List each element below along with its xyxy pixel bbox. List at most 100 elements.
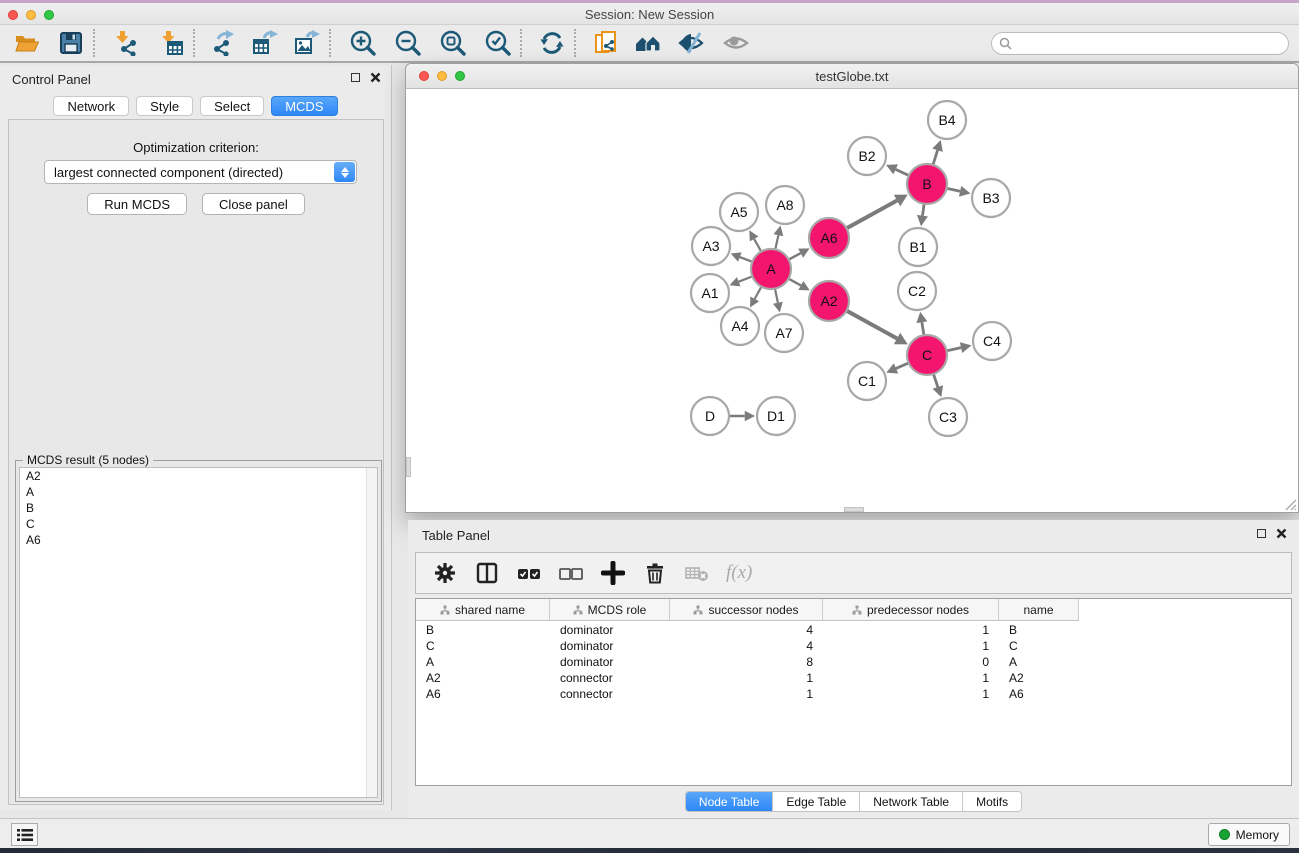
column-header-name[interactable]: name	[999, 599, 1079, 620]
tab-network[interactable]: Network	[53, 96, 129, 116]
svg-text:B4: B4	[938, 112, 955, 128]
node-C1[interactable]: C1	[848, 362, 886, 400]
mcds-result-list[interactable]: A2ABCA6	[19, 467, 378, 798]
node-A8[interactable]: A8	[766, 186, 804, 224]
node-A4[interactable]: A4	[721, 307, 759, 345]
edge-A6-B[interactable]	[845, 201, 897, 230]
eye-icon	[722, 30, 750, 56]
search-input[interactable]	[991, 32, 1289, 55]
float-panel-icon[interactable]	[1257, 529, 1266, 538]
mcds-result-item[interactable]: A2	[20, 468, 377, 484]
network-window-titlebar[interactable]: testGlobe.txt	[406, 64, 1298, 89]
mcds-result-item[interactable]: A	[20, 484, 377, 500]
node-A[interactable]: A	[751, 249, 791, 289]
list-icon	[17, 828, 33, 842]
node-C3[interactable]: C3	[929, 398, 967, 436]
table-settings-button[interactable]	[430, 558, 460, 588]
tab-edge-table[interactable]: Edge Table	[773, 792, 860, 811]
open-session-button[interactable]	[12, 28, 42, 58]
svg-text:A1: A1	[701, 285, 718, 301]
select-all-columns-button[interactable]	[514, 558, 544, 588]
control-panel-tabs: Network Style Select MCDS	[0, 96, 391, 116]
mcds-result-item[interactable]: C	[20, 516, 377, 532]
table-row[interactable]: Cdominator41C	[416, 638, 1291, 654]
mcds-result-item[interactable]: A6	[20, 532, 377, 548]
close-panel-button[interactable]: Close panel	[202, 193, 305, 215]
close-panel-icon[interactable]	[370, 72, 381, 83]
memory-button[interactable]: Memory	[1208, 823, 1290, 846]
table-row[interactable]: Bdominator41B	[416, 622, 1291, 638]
node-A6[interactable]: A6	[809, 218, 849, 258]
table-row[interactable]: A6connector11A6	[416, 686, 1291, 702]
tab-motifs[interactable]: Motifs	[963, 792, 1021, 811]
tab-select[interactable]: Select	[200, 96, 264, 116]
svg-text:B2: B2	[858, 148, 875, 164]
node-C2[interactable]: C2	[898, 272, 936, 310]
node-B[interactable]: B	[907, 164, 947, 204]
list-scrollbar[interactable]	[366, 468, 377, 797]
node-A1[interactable]: A1	[691, 274, 729, 312]
splitter-grip[interactable]	[844, 507, 864, 512]
column-header-shared-name[interactable]: shared name	[416, 599, 550, 620]
birds-eye-view-button[interactable]	[721, 28, 751, 58]
float-panel-icon[interactable]	[351, 73, 360, 82]
table-row[interactable]: A2connector11A2	[416, 670, 1291, 686]
column-header-predecessor-nodes[interactable]: predecessor nodes	[823, 599, 999, 620]
criterion-dropdown[interactable]: largest connected component (directed)	[44, 160, 357, 184]
node-C4[interactable]: C4	[973, 322, 1011, 360]
save-session-button[interactable]	[56, 28, 86, 58]
zoom-out-button[interactable]	[393, 28, 423, 58]
splitter-grip[interactable]	[406, 457, 411, 477]
node-D[interactable]: D	[691, 397, 729, 435]
node-A3[interactable]: A3	[692, 227, 730, 265]
node-D1[interactable]: D1	[757, 397, 795, 435]
network-canvas[interactable]: A A1 A2 A3 A4 A5 A6 A7 A8 B B1 B2 B3 B4 C C1 C2 C3C4 D D1	[406, 89, 1298, 512]
mcds-panel: Optimization criterion: largest connecte…	[8, 119, 384, 805]
task-history-button[interactable]	[11, 823, 38, 846]
tab-mcds[interactable]: MCDS	[271, 96, 337, 116]
svg-text:B1: B1	[909, 239, 926, 255]
edge-arrowhead	[933, 385, 943, 397]
mcds-result-item[interactable]: B	[20, 500, 377, 516]
import-table-button[interactable]	[156, 28, 186, 58]
column-header-MCDS-role[interactable]: MCDS role	[550, 599, 670, 620]
table-cell: A2	[999, 671, 1079, 685]
show-all-networks-button[interactable]	[633, 28, 663, 58]
zoom-selected-button[interactable]	[483, 28, 513, 58]
tab-network-table[interactable]: Network Table	[860, 792, 963, 811]
node-A7[interactable]: A7	[765, 314, 803, 352]
column-header-successor-nodes[interactable]: successor nodes	[670, 599, 823, 620]
close-panel-icon[interactable]	[1276, 528, 1287, 539]
edge-A2-C[interactable]	[845, 310, 897, 339]
node-B1[interactable]: B1	[899, 228, 937, 266]
hide-graphics-details-button[interactable]	[677, 28, 707, 58]
node-C[interactable]: C	[907, 335, 947, 375]
split-columns-button[interactable]	[472, 558, 502, 588]
node-A2[interactable]: A2	[809, 281, 849, 321]
tab-node-table[interactable]: Node Table	[686, 792, 774, 811]
edge-arrowhead	[932, 140, 943, 152]
import-network-button[interactable]	[110, 28, 140, 58]
deselect-all-columns-button[interactable]	[556, 558, 586, 588]
node-table[interactable]: shared nameMCDS rolesuccessor nodesprede…	[415, 598, 1292, 786]
export-network-button[interactable]	[208, 28, 238, 58]
node-B3[interactable]: B3	[972, 179, 1010, 217]
export-table-button[interactable]	[250, 28, 280, 58]
tab-style[interactable]: Style	[136, 96, 193, 116]
add-column-button[interactable]	[598, 558, 628, 588]
run-mcds-button[interactable]: Run MCDS	[87, 193, 187, 215]
resize-grip-icon[interactable]	[1283, 497, 1297, 511]
zoom-fit-button[interactable]	[438, 28, 468, 58]
export-image-button[interactable]	[292, 28, 322, 58]
delete-column-button[interactable]	[640, 558, 670, 588]
network-graph[interactable]: A A1 A2 A3 A4 A5 A6 A7 A8 B B1 B2 B3 B4 C C1 C2 C3C4 D D1	[406, 89, 1298, 512]
table-row[interactable]: Adominator80A	[416, 654, 1291, 670]
table-cell: 1	[670, 687, 823, 701]
zoom-in-button[interactable]	[348, 28, 378, 58]
refresh-button[interactable]	[537, 28, 567, 58]
svg-text:A4: A4	[731, 318, 748, 334]
node-A5[interactable]: A5	[720, 193, 758, 231]
clone-network-button[interactable]	[591, 28, 621, 58]
node-B4[interactable]: B4	[928, 101, 966, 139]
node-B2[interactable]: B2	[848, 137, 886, 175]
